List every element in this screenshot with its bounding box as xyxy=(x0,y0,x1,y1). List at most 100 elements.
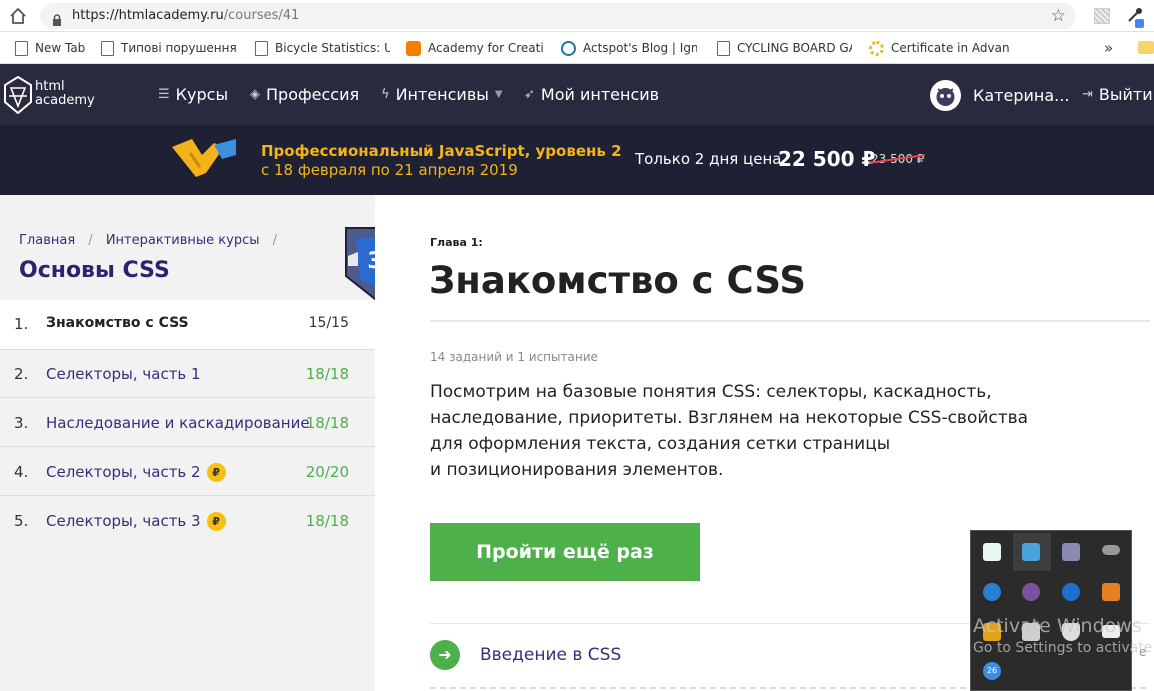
lesson-score: 18/18 xyxy=(305,414,349,432)
logout-link[interactable]: ⇥ Выйти xyxy=(1082,83,1153,107)
retry-button[interactable]: Пройти ещё раз xyxy=(430,523,700,581)
address-bar[interactable]: https://htmlacademy.ru/courses/41 ☆ xyxy=(40,3,1076,29)
bookmark-actspot[interactable]: Actspot's Blog | Igniti xyxy=(561,38,697,58)
blogger-icon xyxy=(406,40,421,56)
lesson-title: Селекторы, часть 2 ₽ xyxy=(46,463,226,482)
bookmark-label: New Tab xyxy=(35,41,86,55)
nav-my-intensive[interactable]: ➶ Мой интенсив xyxy=(524,83,659,107)
bookmark-violations[interactable]: Типові порушення в xyxy=(101,38,236,58)
edge-icon[interactable] xyxy=(983,583,1001,601)
course-sidebar: Главная / Интерактивные курсы / Основы C… xyxy=(0,195,405,691)
star-icon[interactable]: ☆ xyxy=(1051,3,1066,29)
tray-badge-icon[interactable]: 26 xyxy=(983,662,1001,680)
lesson-number: 4. xyxy=(14,463,29,481)
site-header: html academy ☰ Курсы ◈ Профессия ϟ Интенсив… xyxy=(0,64,1154,125)
bookmark-academy-creative[interactable]: Academy for Creative xyxy=(406,38,544,58)
extension-icon[interactable] xyxy=(1094,8,1110,24)
list-icon: ☰ xyxy=(158,87,170,102)
lesson-title-text: Селекторы, часть 2 xyxy=(46,463,201,481)
keyboard-icon[interactable] xyxy=(1102,625,1120,638)
bookmark-label: CYCLING BOARD GAM xyxy=(737,41,852,55)
nav-intensives[interactable]: ϟ Интенсивы ▼ xyxy=(381,83,503,107)
ruble-coin-icon: ₽ xyxy=(206,463,226,482)
breadcrumb: Главная / Интерактивные курсы / xyxy=(19,233,286,248)
chapter-label: Глава 1: xyxy=(430,236,483,249)
wallet-icon[interactable] xyxy=(983,543,1001,561)
logo-text-line2: academy xyxy=(35,93,95,108)
bluetooth-icon[interactable] xyxy=(1062,583,1080,601)
bookmark-bicycle-stats[interactable]: Bicycle Statistics: Usa xyxy=(255,38,390,58)
graduation-cap-icon: ◈ xyxy=(250,87,260,102)
url-path: /courses/41 xyxy=(223,8,300,23)
lesson-score: 18/18 xyxy=(305,365,349,383)
chapter-description: Посмотрим на базовые понятия CSS: селект… xyxy=(430,379,1028,483)
lesson-score: 20/20 xyxy=(305,463,349,481)
lesson-item[interactable]: 2. Селекторы, часть 1 18/18 xyxy=(0,350,375,398)
lightning-icon: ϟ xyxy=(381,87,390,102)
nav-courses[interactable]: ☰ Курсы xyxy=(158,83,228,107)
viber-icon[interactable] xyxy=(1022,583,1040,601)
bookmark-cycling-board[interactable]: CYCLING BOARD GAM xyxy=(717,38,852,58)
printer-icon[interactable] xyxy=(1022,623,1040,641)
monitor-tray-icon[interactable] xyxy=(1062,543,1080,561)
home-icon[interactable] xyxy=(9,7,27,25)
bookmark-label: Certificate in Advanc xyxy=(891,41,1009,55)
watermark-tail: e xyxy=(1139,645,1147,659)
folder-icon[interactable] xyxy=(1138,41,1154,54)
lesson-title-text: Селекторы, часть 3 xyxy=(46,512,201,530)
logo[interactable]: html academy xyxy=(4,75,104,115)
breadcrumb-courses[interactable]: Интерактивные курсы xyxy=(106,233,260,248)
ruble-coin-icon: ₽ xyxy=(206,512,226,531)
eyedropper-icon[interactable] xyxy=(1126,6,1146,28)
breadcrumb-separator: / xyxy=(88,233,93,248)
network-tray-icon[interactable] xyxy=(1022,543,1040,561)
js-logo-icon xyxy=(170,133,238,183)
lesson-number: 5. xyxy=(14,512,29,530)
more-bookmarks-icon[interactable]: » xyxy=(1104,38,1113,58)
backup-icon[interactable] xyxy=(1102,583,1120,601)
nav-profession[interactable]: ◈ Профессия xyxy=(250,83,359,107)
promo-dates: с 18 февраля по 21 апреля 2019 xyxy=(261,161,518,179)
file-icon xyxy=(255,40,268,56)
cloud-icon[interactable] xyxy=(1102,545,1120,555)
file-icon xyxy=(717,40,730,56)
nav-label: Профессия xyxy=(266,85,360,104)
user-name: Катерина... xyxy=(973,85,1070,105)
security-shield-icon[interactable] xyxy=(1062,623,1080,641)
arrow-right-icon: ➜ xyxy=(430,640,460,670)
task-title: Введение в CSS xyxy=(480,645,622,665)
task-item[interactable]: ➜ Введение в CSS xyxy=(430,639,621,671)
course-title: Основы CSS xyxy=(19,258,170,283)
lesson-item[interactable]: 4. Селекторы, часть 2 ₽ 20/20 xyxy=(0,448,375,496)
promo-price: 22 500 ₽ xyxy=(778,147,876,171)
bookmark-certificate[interactable]: Certificate in Advanc xyxy=(869,38,1009,58)
lesson-number: 1. xyxy=(14,315,29,333)
notes-icon[interactable] xyxy=(983,623,1001,641)
lesson-item[interactable]: 3. Наследование и каскадирование 18/18 xyxy=(0,399,375,447)
browser-toolbar: https://htmlacademy.ru/courses/41 ☆ xyxy=(0,0,1154,32)
description-line: для оформления текста, создания сетки ст… xyxy=(430,434,891,454)
file-icon xyxy=(15,40,28,56)
promo-banner[interactable]: Профессиональный JavaScript, уровень 2 с… xyxy=(0,125,1154,195)
system-tray-overflow: 26 xyxy=(970,530,1132,691)
bookmarks-bar: New Tab Типові порушення в Bicycle Stati… xyxy=(0,32,1154,64)
breadcrumb-home[interactable]: Главная xyxy=(19,233,75,248)
nav-label: Курсы xyxy=(175,85,229,104)
lesson-title: Селекторы, часть 1 xyxy=(46,365,201,383)
lesson-item[interactable]: 5. Селекторы, часть 3 ₽ 18/18 xyxy=(0,497,375,545)
lesson-item[interactable]: 1. Знакомство с CSS 15/15 xyxy=(0,300,375,350)
avatar xyxy=(930,79,961,111)
breadcrumb-separator: / xyxy=(272,233,278,248)
bookmark-label: Actspot's Blog | Igniti xyxy=(583,41,697,55)
retry-button-label: Пройти ещё раз xyxy=(476,541,654,563)
divider xyxy=(430,320,1150,322)
file-icon xyxy=(101,40,114,56)
nav-label: Выйти xyxy=(1098,85,1153,104)
chevron-down-icon: ▼ xyxy=(494,89,503,100)
bookmark-label: Bicycle Statistics: Usa xyxy=(275,41,390,55)
lesson-number: 3. xyxy=(14,414,29,432)
lesson-number: 2. xyxy=(14,365,29,383)
user-menu[interactable]: Катерина... xyxy=(930,79,1069,111)
bookmark-label: Academy for Creative xyxy=(428,41,544,55)
rocket-icon: ➶ xyxy=(524,87,535,102)
